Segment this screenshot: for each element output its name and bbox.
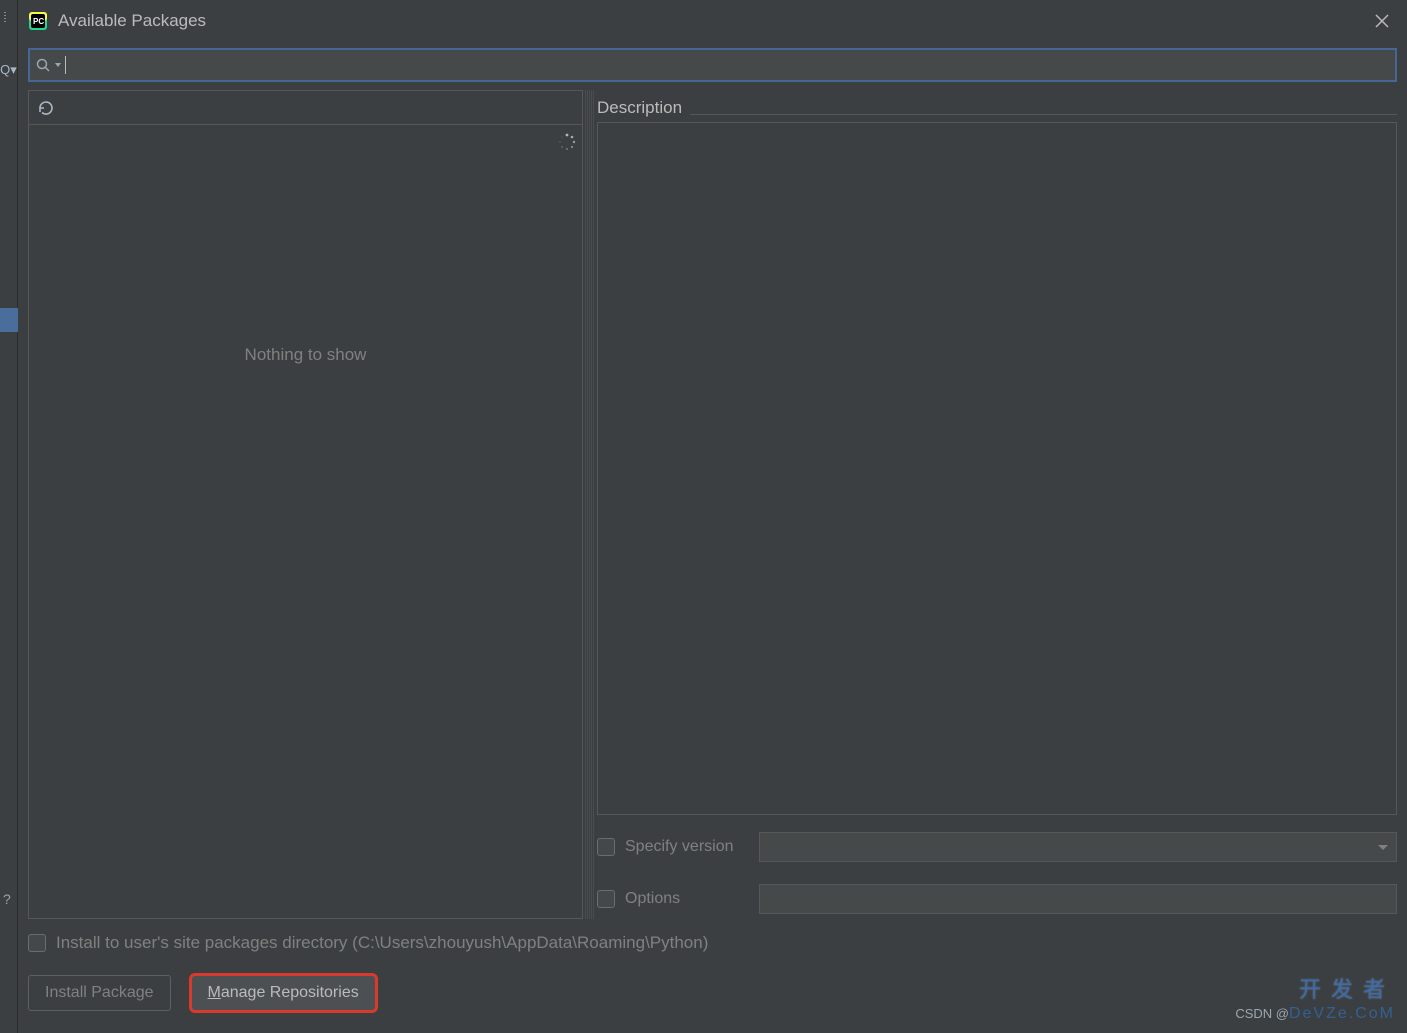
description-pane: Description Specify version Options bbox=[597, 90, 1397, 919]
gutter-selection bbox=[0, 308, 18, 332]
manage-repositories-label: Manage Repositories bbox=[208, 984, 359, 1002]
watermark-cn: 开发者 bbox=[1235, 976, 1395, 1005]
watermark-line2: CSDN @DeVZe.CoM bbox=[1235, 1004, 1395, 1025]
ide-left-gutter: Q▾ ? bbox=[0, 0, 18, 1033]
watermark-csdn: CSDN @ bbox=[1235, 1006, 1289, 1021]
search-input-wrapper[interactable] bbox=[28, 48, 1397, 82]
search-input[interactable] bbox=[70, 50, 1389, 80]
chevron-down-icon bbox=[1378, 845, 1388, 850]
description-body bbox=[597, 122, 1397, 815]
pane-splitter[interactable] bbox=[585, 90, 595, 919]
specify-version-label: Specify version bbox=[625, 838, 749, 856]
install-site-packages-row: Install to user's site packages director… bbox=[18, 919, 1407, 953]
description-header: Description bbox=[597, 90, 1397, 118]
install-package-label: Install Package bbox=[45, 984, 154, 1002]
text-caret bbox=[65, 56, 66, 74]
empty-list-message: Nothing to show bbox=[29, 345, 582, 365]
title-bar: PC Available Packages bbox=[18, 0, 1407, 42]
specify-version-row: Specify version bbox=[597, 827, 1397, 867]
drag-grip-icon bbox=[4, 12, 6, 24]
options-label: Options bbox=[625, 890, 749, 908]
dialog-footer: Install Package Manage Repositories 开发者 … bbox=[18, 953, 1407, 1033]
manage-repositories-button[interactable]: Manage Repositories bbox=[189, 973, 378, 1013]
window-title: Available Packages bbox=[58, 11, 206, 31]
package-list[interactable]: Nothing to show bbox=[29, 125, 582, 918]
options-checkbox[interactable] bbox=[597, 890, 615, 908]
content-area: Nothing to show Description Specify vers… bbox=[18, 90, 1407, 919]
install-site-packages-label: Install to user's site packages director… bbox=[56, 933, 708, 953]
options-input[interactable] bbox=[759, 884, 1397, 914]
watermark: 开发者 CSDN @DeVZe.CoM bbox=[1235, 976, 1395, 1025]
search-history-icon[interactable]: Q▾ bbox=[0, 62, 17, 82]
pycharm-icon: PC bbox=[28, 11, 48, 31]
list-toolbar bbox=[29, 91, 582, 125]
divider bbox=[690, 114, 1397, 115]
specify-version-select[interactable] bbox=[759, 832, 1397, 862]
install-package-button[interactable]: Install Package bbox=[28, 975, 171, 1011]
description-label: Description bbox=[597, 98, 682, 118]
search-options-dropdown-icon[interactable] bbox=[55, 63, 61, 67]
packages-list-pane: Nothing to show bbox=[28, 90, 583, 919]
watermark-domain: DeVZe.CoM bbox=[1289, 1005, 1395, 1022]
install-site-packages-checkbox[interactable] bbox=[28, 934, 46, 952]
loading-spinner-icon bbox=[558, 133, 576, 151]
help-icon[interactable]: ? bbox=[3, 891, 17, 905]
available-packages-dialog: PC Available Packages bbox=[18, 0, 1407, 1033]
search-row bbox=[18, 42, 1407, 90]
options-row: Options bbox=[597, 879, 1397, 919]
svg-text:PC: PC bbox=[33, 17, 44, 26]
specify-version-checkbox[interactable] bbox=[597, 838, 615, 856]
search-icon bbox=[36, 58, 50, 72]
refresh-button[interactable] bbox=[35, 97, 57, 119]
close-button[interactable] bbox=[1367, 6, 1397, 36]
